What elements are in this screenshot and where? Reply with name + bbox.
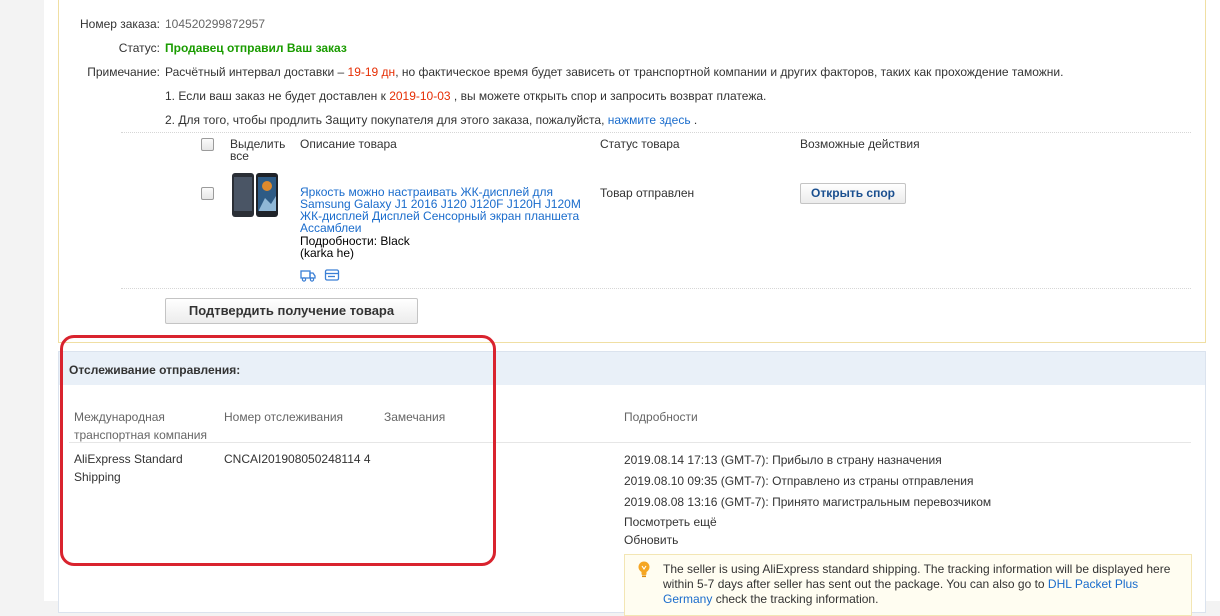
order-note: Расчётный интервал доставки – 19-19 дн, … xyxy=(165,65,1063,79)
tracking-title: Отслеживание отправления: xyxy=(69,363,241,377)
col-description: Описание товара xyxy=(300,137,397,151)
item-checkbox[interactable] xyxy=(201,187,214,200)
snapshot-icon[interactable] xyxy=(324,268,340,282)
item-status: Товар отправлен xyxy=(600,186,695,200)
tracking-number: CNCAI201908050248114 4 xyxy=(224,452,371,466)
product-details-line2: (karka he) xyxy=(300,246,355,260)
lightbulb-icon xyxy=(638,561,650,578)
shipping-notice-text: The seller is using AliExpress standard … xyxy=(663,562,1183,607)
order-status-label: Статус: xyxy=(118,41,160,55)
product-details: Подробности: Black (karka he) xyxy=(300,235,460,259)
note-prefix: Расчётный интервал доставки – xyxy=(165,65,348,79)
product-thumbnail[interactable] xyxy=(231,172,279,218)
tracking-panel: Отслеживание отправления: Международная … xyxy=(58,351,1206,616)
order-number: 104520299872957 xyxy=(165,17,266,31)
divider xyxy=(69,442,1191,443)
col-actions: Возможные действия xyxy=(800,137,920,151)
tracking-header: Отслеживание отправления: xyxy=(59,352,1205,385)
order-note-label: Примечание: xyxy=(87,65,160,79)
shipping-company: AliExpress Standard Shipping xyxy=(74,452,183,484)
divider xyxy=(121,288,1191,289)
extend-protection-link[interactable]: нажмите здесь xyxy=(608,113,691,127)
shipping-notice: The seller is using AliExpress standard … xyxy=(624,554,1192,616)
tracking-event: 2019.08.14 17:13 (GMT-7): Прибыло в стра… xyxy=(624,453,942,467)
col-tracking-number: Номер отслеживания xyxy=(224,410,344,424)
dispute-date: 2019-10-03 xyxy=(389,89,451,103)
order-detail-page: Номер заказа: 104520299872957 Статус: Пр… xyxy=(44,0,1220,616)
truck-icon[interactable] xyxy=(300,268,316,282)
tracking-event: 2019.08.08 13:16 (GMT-7): Принято магист… xyxy=(624,495,992,509)
order-info-panel: Номер заказа: 104520299872957 Статус: Пр… xyxy=(58,0,1206,343)
see-more-link[interactable]: Посмотреть ещё xyxy=(624,515,717,529)
tracking-event: 2019.08.10 09:35 (GMT-7): Отправлено из … xyxy=(624,474,974,488)
order-number-label: Номер заказа: xyxy=(79,17,160,31)
note1-suffix: , вы можете открыть спор и запросить воз… xyxy=(450,89,767,103)
select-all-checkbox[interactable] xyxy=(201,138,214,151)
col-status: Статус товара xyxy=(600,137,680,151)
confirm-receipt-button[interactable]: Подтвердить получение товара xyxy=(165,298,418,324)
open-dispute-button[interactable]: Открыть спор xyxy=(800,183,906,204)
product-title-link[interactable]: Яркость можно настраивать ЖК-дисплей для… xyxy=(300,186,590,234)
order-status: Продавец отправил Ваш заказ xyxy=(165,41,347,55)
note1-prefix: 1. Если ваш заказ не будет доставлен к xyxy=(165,89,390,103)
col-remarks: Замечания xyxy=(384,410,446,424)
select-all-label: Выделить все xyxy=(230,137,286,163)
note2-prefix: 2. Для того, чтобы продлить Защиту покуп… xyxy=(165,113,608,127)
note2-suffix: . xyxy=(690,113,698,127)
left-margin xyxy=(0,0,45,601)
note-suffix: , но фактическое время будет зависеть от… xyxy=(395,65,1064,79)
col-shipping-company: Международная транспортная компания xyxy=(74,410,207,442)
refresh-link[interactable]: Обновить xyxy=(624,533,678,547)
notice-suffix: check the tracking information. xyxy=(712,592,879,606)
delivery-interval: 19-19 дн xyxy=(347,65,396,79)
col-details: Подробности xyxy=(624,410,698,424)
divider xyxy=(121,132,1191,133)
